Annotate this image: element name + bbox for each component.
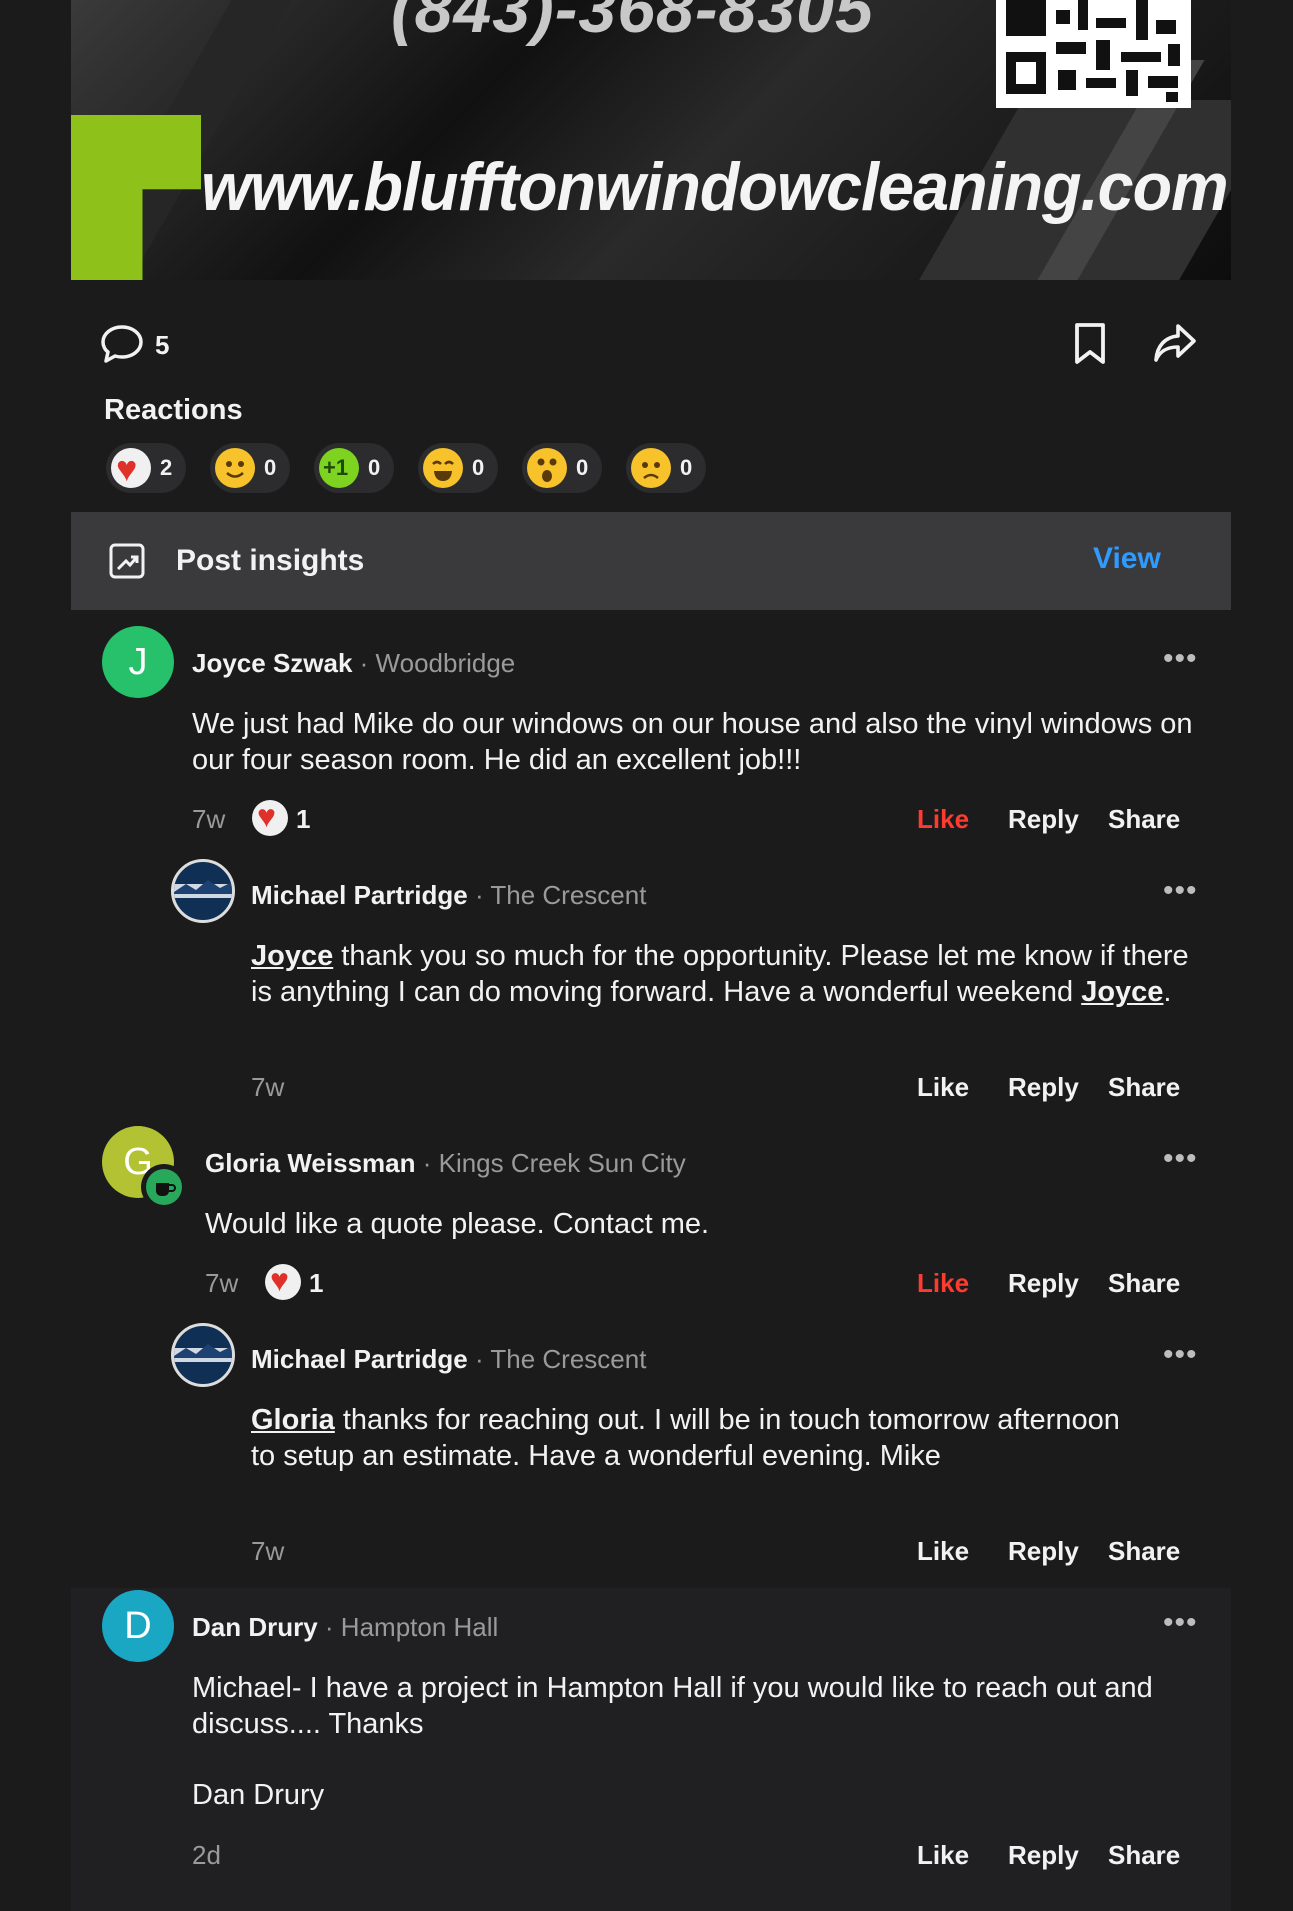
speech-bubble-icon[interactable] [100,323,144,370]
more-options-icon[interactable]: ••• [1163,1142,1198,1176]
comment-text: Gloria thanks for reaching out. I will b… [251,1402,1151,1474]
bookmark-icon[interactable] [1072,322,1108,371]
post-image-banner[interactable]: (843)-368-8305 www.blufftonwindowcleanin… [71,0,1231,280]
reaction-plus-one[interactable]: +1 0 [314,443,394,493]
like-button[interactable]: Like [917,1536,969,1567]
comment-time: 7w [192,804,226,834]
reaction-count: 2 [160,455,173,480]
author-neighborhood: · The Crescent [467,880,647,910]
avatar[interactable]: D [102,1590,174,1662]
author-neighborhood: · Hampton Hall [317,1612,499,1642]
author-name[interactable]: Michael Partridge [251,880,468,910]
laugh-icon [423,448,463,488]
comment-time: 7w [251,1072,285,1102]
comment-time: 2d [192,1840,221,1870]
comment-text-part: thanks for reaching out. I will be in to… [251,1404,1120,1472]
reaction-count: 0 [472,455,485,480]
comment-text: We just had Mike do our windows on our h… [192,708,1193,776]
banner-url: www.blufftonwindowcleaning.com [201,149,1229,225]
comment-author[interactable]: Michael Partridge · The Crescent [251,880,646,911]
heart-icon: ♥ [111,448,151,489]
reaction-heart[interactable]: ♥ 2 [106,443,186,493]
reply-button[interactable]: Reply [1008,804,1079,835]
smile-icon [215,448,255,488]
like-button[interactable]: Like [917,804,969,835]
reply-button[interactable]: Reply [1008,1072,1079,1103]
reply-button[interactable]: Reply [1008,1268,1079,1299]
reply-button[interactable]: Reply [1008,1840,1079,1871]
like-button[interactable]: Like [917,1268,969,1299]
wow-icon [527,448,567,488]
comment-signature: Dan Drury [192,1779,325,1811]
reaction-sad[interactable]: 0 [626,443,706,493]
plus-one-icon: +1 [319,448,359,488]
comment-text: Michael- I have a project in Hampton Hal… [192,1672,1153,1740]
reply-button[interactable]: Reply [1008,1536,1079,1567]
mention-link[interactable]: Joyce [1081,976,1163,1008]
comment-text: Joyce thank you so much for the opportun… [251,938,1211,1010]
author-neighborhood: · Woodbridge [352,648,516,678]
qr-code [996,0,1191,108]
reaction-count: 0 [680,455,693,480]
sad-icon [631,448,671,488]
comment-text-part: thank you so much for the opportunity. P… [251,940,1189,1008]
share-button[interactable]: Share [1108,1072,1180,1103]
share-arrow-icon[interactable] [1152,322,1198,371]
reaction-smile[interactable]: 0 [210,443,290,493]
more-options-icon[interactable]: ••• [1163,1338,1198,1372]
reaction-wow[interactable]: 0 [522,443,602,493]
banner-logo-shape [71,115,201,280]
reaction-count: 0 [368,455,381,480]
mention-link[interactable]: Gloria [251,1404,335,1436]
reaction-count: 0 [576,455,589,480]
like-button[interactable]: Like [917,1072,969,1103]
share-button[interactable]: Share [1108,1536,1180,1567]
heart-icon [265,1262,301,1300]
trend-chart-icon [108,542,146,585]
heart-count: 1 [309,1268,324,1298]
heart-icon [252,798,288,836]
more-options-icon[interactable]: ••• [1163,1606,1198,1640]
avatar[interactable]: J [102,626,174,698]
reactions-title: Reactions [104,394,243,426]
coffee-badge-icon [141,1164,187,1210]
comment-author[interactable]: Michael Partridge · The Crescent [251,1344,646,1375]
author-neighborhood: · The Crescent [467,1344,647,1374]
author-name[interactable]: Michael Partridge [251,1344,468,1374]
author-name[interactable]: Dan Drury [192,1612,318,1642]
post-insights-label: Post insights [176,544,365,577]
comment-text-part: . [1163,976,1172,1008]
banner-phone: (843)-368-8305 [391,0,874,47]
comment-author[interactable]: Gloria Weissman · Kings Creek Sun City [205,1148,686,1179]
share-button[interactable]: Share [1108,804,1180,835]
post-insights-bar: Post insights View [71,512,1231,610]
avatar[interactable] [171,859,235,923]
comment-time: 7w [205,1268,239,1298]
reaction-count: 0 [264,455,277,480]
share-button[interactable]: Share [1108,1268,1180,1299]
avatar[interactable] [171,1323,235,1387]
share-button[interactable]: Share [1108,1840,1180,1871]
comment-text: Would like a quote please. Contact me. [205,1208,710,1240]
mention-link[interactable]: Joyce [251,940,333,972]
comment-count: 5 [155,330,170,360]
comment-time: 7w [251,1536,285,1566]
author-neighborhood: · Kings Creek Sun City [415,1148,686,1178]
post-action-row: 5 [100,318,1210,368]
comment-author[interactable]: Dan Drury · Hampton Hall [192,1612,498,1643]
view-insights-link[interactable]: View [1093,542,1161,576]
heart-count: 1 [296,804,311,834]
reaction-laugh[interactable]: 0 [418,443,498,493]
like-button[interactable]: Like [917,1840,969,1871]
comment-author[interactable]: Joyce Szwak · Woodbridge [192,648,515,679]
more-options-icon[interactable]: ••• [1163,874,1198,908]
author-name[interactable]: Gloria Weissman [205,1148,416,1178]
more-options-icon[interactable]: ••• [1163,642,1198,676]
author-name[interactable]: Joyce Szwak [192,648,352,678]
